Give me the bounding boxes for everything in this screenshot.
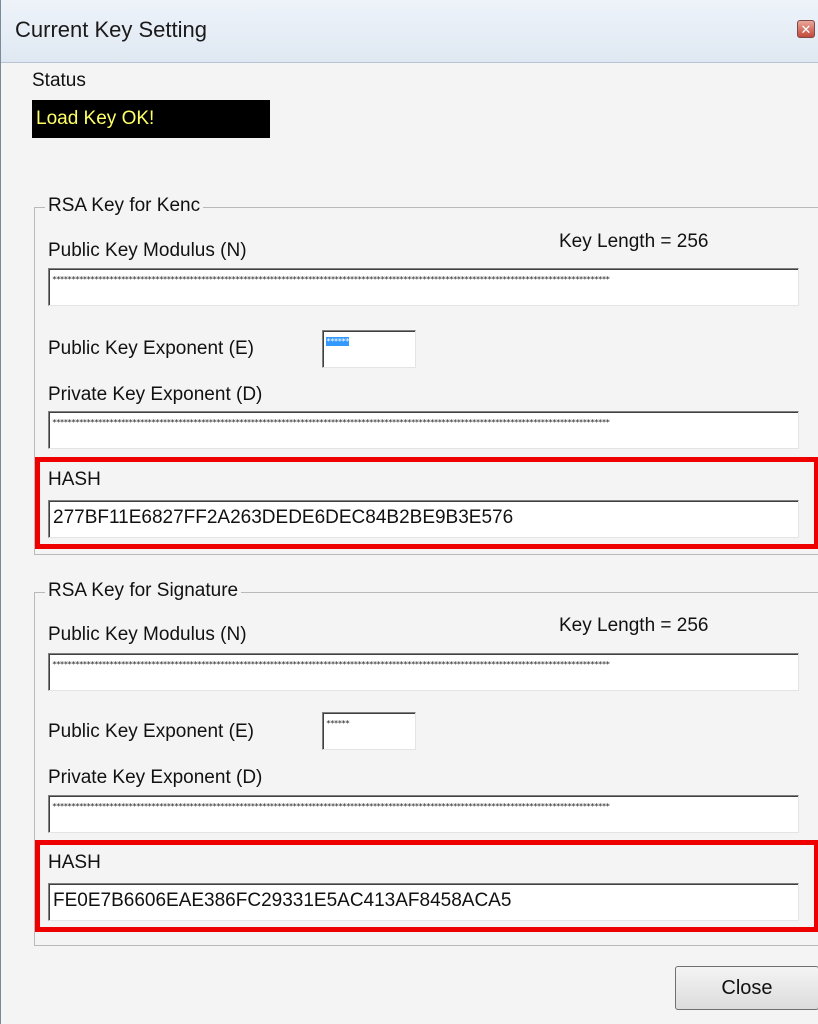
kenc-exponent-d-label: Private Key Exponent (D) xyxy=(48,384,263,405)
signature-exponent-d-label: Private Key Exponent (D) xyxy=(48,767,263,788)
close-icon[interactable]: ✕ xyxy=(797,20,815,38)
signature-exponent-e-field[interactable]: ****** xyxy=(322,712,416,750)
close-button[interactable]: Close xyxy=(675,966,818,1010)
kenc-exponent-e-value: ****** xyxy=(326,337,350,346)
kenc-hash-highlight xyxy=(35,457,818,549)
kenc-exponent-e-label: Public Key Exponent (E) xyxy=(48,338,254,359)
signature-exponent-e-label: Public Key Exponent (E) xyxy=(48,721,254,742)
title-bar[interactable]: Current Key Setting ✕ xyxy=(1,0,818,63)
dialog-window: Current Key Setting ✕ Status Load Key OK… xyxy=(0,0,818,1024)
signature-key-length: Key Length = 256 xyxy=(559,615,709,636)
kenc-modulus-label: Public Key Modulus (N) xyxy=(48,240,247,261)
kenc-modulus-field[interactable]: ****************************************… xyxy=(48,268,799,306)
kenc-exponent-e-field[interactable]: ****** xyxy=(322,330,416,368)
window-title: Current Key Setting xyxy=(15,17,207,42)
kenc-group-title: RSA Key for Kenc xyxy=(45,195,204,217)
signature-modulus-field[interactable]: ****************************************… xyxy=(48,653,799,691)
signature-exponent-d-field[interactable]: ****************************************… xyxy=(48,795,799,833)
kenc-exponent-d-field[interactable]: ****************************************… xyxy=(48,411,799,449)
signature-hash-highlight xyxy=(35,840,818,932)
signature-modulus-label: Public Key Modulus (N) xyxy=(48,624,247,645)
kenc-key-length: Key Length = 256 xyxy=(559,231,709,252)
status-label: Status xyxy=(32,70,86,91)
signature-group-title: RSA Key for Signature xyxy=(45,580,242,602)
status-display: Load Key OK! xyxy=(32,100,270,138)
